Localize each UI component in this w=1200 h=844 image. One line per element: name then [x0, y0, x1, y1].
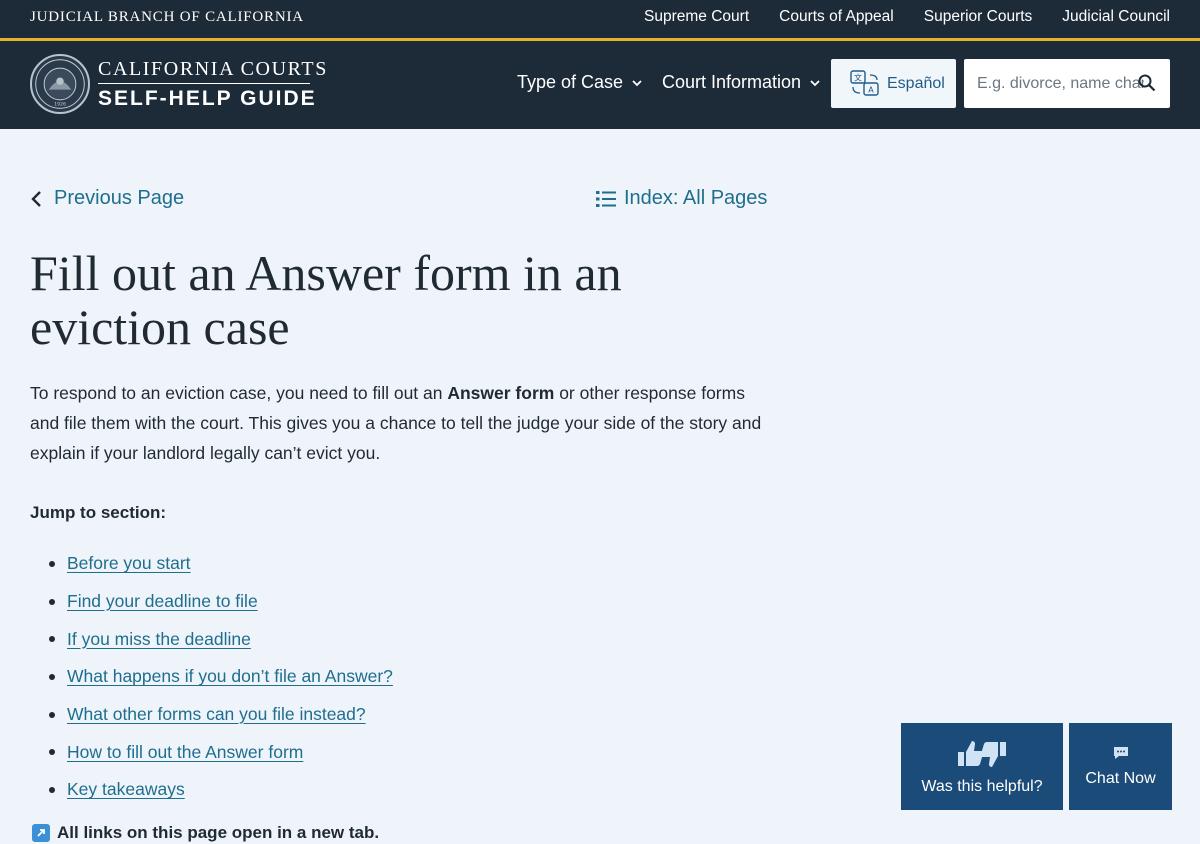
section-link-dont-file[interactable]: What happens if you don’t file an Answer…: [67, 666, 393, 687]
section-link-fill-out-answer[interactable]: How to fill out the Answer form: [67, 742, 303, 763]
page-title: Fill out an Answer form in an eviction c…: [30, 245, 622, 355]
jump-to-section-label: Jump to section:: [30, 503, 167, 522]
new-tab-note-text: All links on this page open in a new tab…: [57, 823, 380, 842]
chevron-down-icon: [632, 79, 642, 86]
svg-text:1926: 1926: [54, 101, 66, 107]
intro-paragraph: To respond to an eviction case, you need…: [30, 378, 775, 468]
brand-title: CALIFORNIA COURTS: [98, 58, 328, 80]
judicial-council-seal-logo[interactable]: 1926: [30, 54, 90, 114]
section-link-before-you-start[interactable]: Before you start: [67, 553, 191, 574]
bullet-icon: [49, 749, 55, 756]
list-item: Find your deadline to file: [49, 583, 393, 621]
list-item: How to fill out the Answer form: [49, 733, 393, 771]
nav-type-of-case-label: Type of Case: [517, 72, 624, 92]
index-all-pages-link[interactable]: Index: All Pages: [596, 187, 767, 210]
link-courts-of-appeal[interactable]: Courts of Appeal: [779, 8, 894, 26]
language-toggle-button[interactable]: 文 A Español: [831, 59, 956, 108]
bullet-icon: [49, 636, 55, 643]
list-icon: [596, 190, 616, 207]
nav-court-information-label: Court Information: [662, 72, 802, 92]
judicial-branch-label: JUDICIAL BRANCH OF CALIFORNIA: [30, 9, 304, 25]
previous-page-link[interactable]: Previous Page: [30, 187, 184, 210]
thumbs-up-down-icon: [958, 740, 1006, 767]
list-item: If you miss the deadline: [49, 620, 393, 658]
section-link-find-deadline[interactable]: Find your deadline to file: [67, 591, 258, 612]
intro-text-bold: Answer form: [447, 383, 555, 403]
nav-court-information[interactable]: Court Information: [662, 72, 821, 93]
feedback-helpful-label: Was this helpful?: [921, 777, 1043, 795]
list-item: What other forms can you file instead?: [49, 696, 393, 734]
link-superior-courts[interactable]: Superior Courts: [924, 8, 1033, 26]
svg-text:文: 文: [854, 72, 862, 82]
bullet-icon: [49, 673, 55, 680]
translate-icon: 文 A: [850, 69, 879, 96]
list-item: Before you start: [49, 545, 393, 583]
chevron-down-icon: [810, 79, 820, 86]
section-link-miss-deadline[interactable]: If you miss the deadline: [67, 629, 251, 650]
section-list: Before you start Find your deadline to f…: [49, 545, 393, 809]
svg-text:A: A: [868, 85, 874, 94]
intro-text-start: To respond to an eviction case, you need…: [30, 383, 448, 403]
list-item: What happens if you don’t file an Answer…: [49, 658, 393, 696]
chat-now-button[interactable]: Chat Now: [1069, 723, 1172, 810]
link-supreme-court[interactable]: Supreme Court: [644, 8, 749, 26]
search-input[interactable]: [964, 59, 1144, 108]
site-brand[interactable]: CALIFORNIA COURTS SELF-HELP GUIDE: [98, 58, 328, 110]
bullet-icon: [49, 711, 55, 718]
brand-rule: [98, 83, 310, 84]
bullet-icon: [49, 560, 55, 567]
utility-links: Supreme Court Courts of Appeal Superior …: [644, 8, 1170, 26]
nav-type-of-case[interactable]: Type of Case: [517, 72, 643, 93]
utility-bar: JUDICIAL BRANCH OF CALIFORNIA Supreme Co…: [0, 0, 1200, 38]
list-item: Key takeaways: [49, 771, 393, 809]
index-all-pages-label: Index: All Pages: [624, 187, 768, 209]
bullet-icon: [49, 598, 55, 605]
chat-now-label: Chat Now: [1085, 769, 1156, 787]
new-tab-note: All links on this page open in a new tab…: [32, 823, 379, 843]
site-header: 1926 CALIFORNIA COURTS SELF-HELP GUIDE T…: [0, 41, 1200, 129]
previous-page-label: Previous Page: [54, 187, 185, 209]
section-link-other-forms[interactable]: What other forms can you file instead?: [67, 704, 366, 725]
chevron-left-icon: [31, 190, 41, 207]
bullet-icon: [49, 786, 55, 793]
link-judicial-council[interactable]: Judicial Council: [1062, 8, 1170, 26]
external-link-arrow-icon: [32, 824, 50, 842]
language-toggle-label: Español: [887, 74, 945, 92]
site-search[interactable]: [964, 59, 1170, 108]
search-icon[interactable]: [1138, 74, 1156, 92]
brand-subtitle: SELF-HELP GUIDE: [98, 87, 317, 110]
chat-bubble-icon: [1113, 746, 1128, 759]
feedback-helpful-button[interactable]: Was this helpful?: [901, 723, 1063, 810]
section-link-key-takeaways[interactable]: Key takeaways: [67, 779, 185, 800]
